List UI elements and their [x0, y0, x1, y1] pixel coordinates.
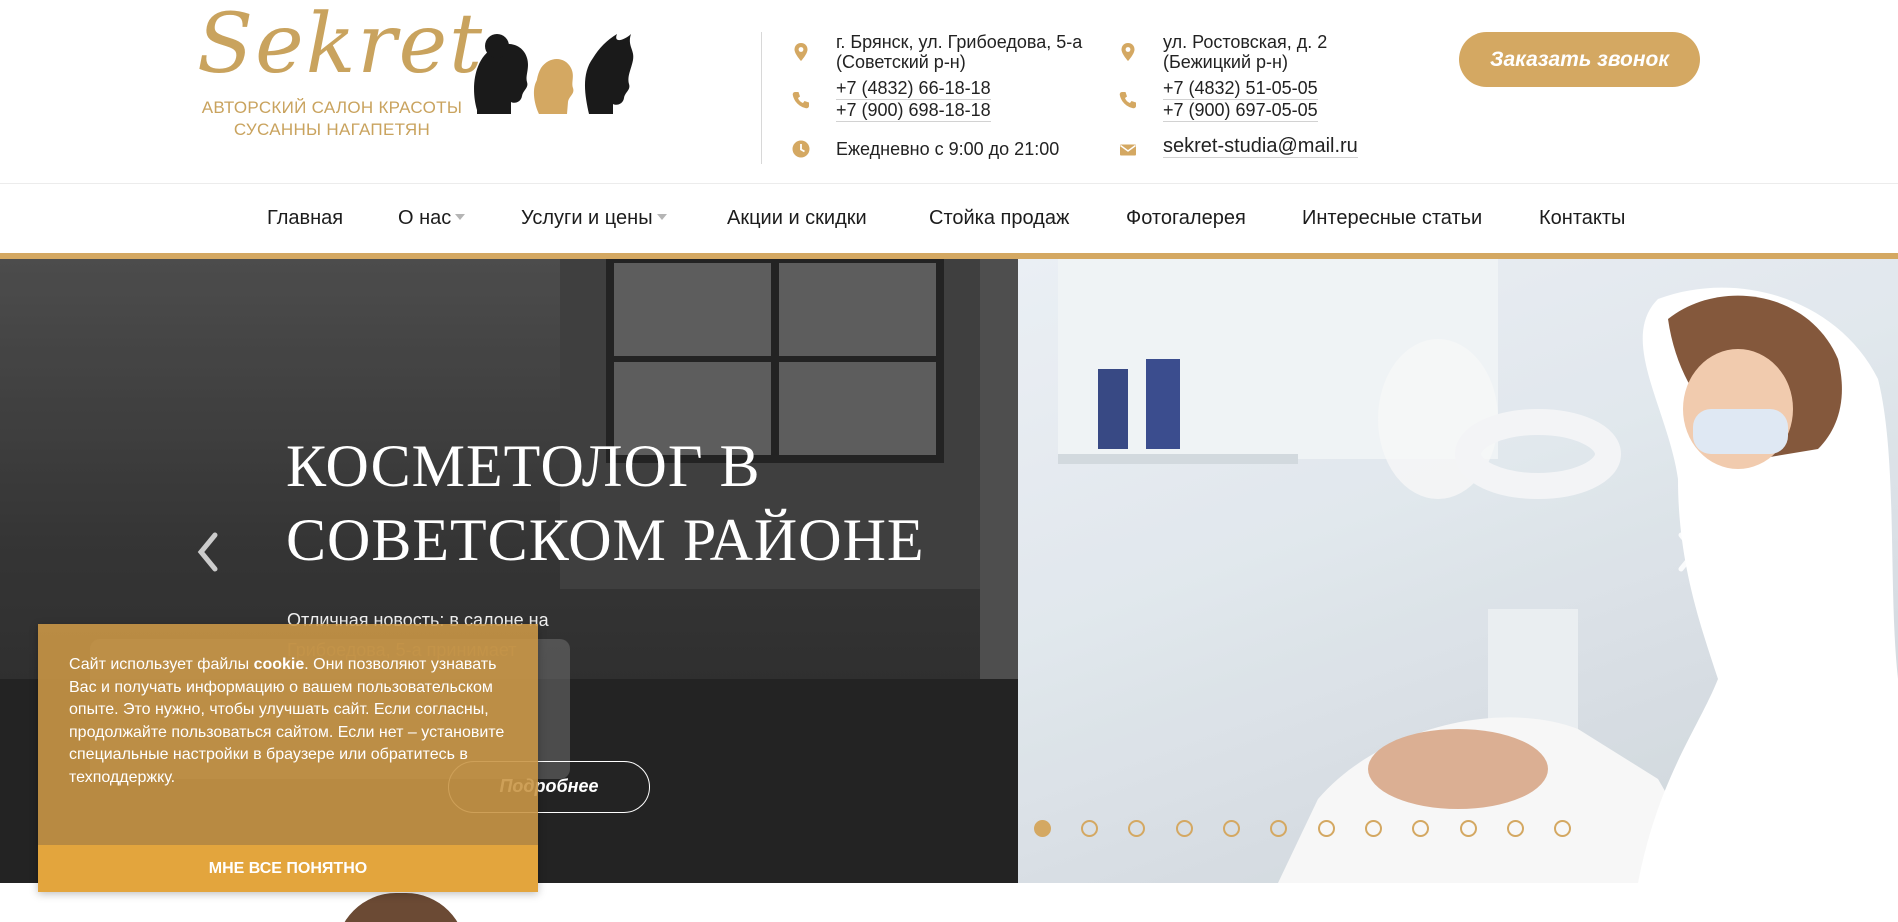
slider-dot[interactable]: [1223, 820, 1240, 837]
hero-title-line2: СОВЕТСКОМ РАЙОНЕ: [286, 507, 925, 573]
phone-icon: [1119, 92, 1136, 109]
address-line2: (Советский р-н): [836, 52, 966, 72]
location-pin-icon: [794, 43, 808, 61]
slider-dot[interactable]: [1412, 820, 1429, 837]
cookie-accept-button[interactable]: МНЕ ВСЕ ПОНЯТНО: [38, 845, 538, 892]
slider-dot[interactable]: [1460, 820, 1477, 837]
phone-link-1[interactable]: +7 (4832) 66-18-18: [836, 78, 991, 100]
nav-item-promotions[interactable]: Акции и скидки: [727, 207, 867, 230]
nav-item-sales-stand[interactable]: Стойка продаж: [929, 207, 1069, 230]
phone-link-3[interactable]: +7 (4832) 51-05-05: [1163, 78, 1318, 100]
cookie-bold-word: cookie: [253, 656, 305, 673]
slider-dot[interactable]: [1365, 820, 1382, 837]
address-bezhitsky: ул. Ростовская, д. 2 (Бежицкий р-н): [1117, 32, 1437, 76]
phone-link-4[interactable]: +7 (900) 697-05-05: [1163, 100, 1318, 122]
site-header: Sekret АВТОРСКИЙ САЛОН КРАСОТЫ СУСАННЫ Н…: [0, 0, 1898, 183]
chevron-down-icon: [455, 213, 466, 220]
slider-dot[interactable]: [1507, 820, 1524, 837]
hours-text: Ежедневно с 9:00 до 21:00: [836, 139, 1060, 159]
header-divider: [761, 32, 762, 164]
nav-item-articles[interactable]: Интересные статьи: [1302, 207, 1482, 230]
phones-sovetsky: +7 (4832) 66-18-18 +7 (900) 698-18-18: [790, 78, 1110, 124]
slider-dot[interactable]: [1081, 820, 1098, 837]
logo-subtitle-line2: СУСАННЫ НАГАПЕТЯН: [233, 120, 431, 139]
address-sovetsky: г. Брянск, ул. Грибоедова, 5-а (Советски…: [790, 32, 1110, 76]
email-contact: sekret-studia@mail.ru: [1117, 136, 1437, 164]
location-pin-icon: [1121, 43, 1135, 61]
phones-bezhitsky: +7 (4832) 51-05-05 +7 (900) 697-05-05: [1117, 78, 1437, 124]
logo-subtitle: АВТОРСКИЙ САЛОН КРАСОТЫ СУСАННЫ НАГАПЕТЯ…: [197, 97, 467, 141]
site-logo[interactable]: Sekret АВТОРСКИЙ САЛОН КРАСОТЫ СУСАННЫ Н…: [197, 4, 647, 144]
logo-silhouettes-icon: [474, 34, 634, 115]
chevron-right-icon[interactable]: [1673, 529, 1703, 575]
slider-dot[interactable]: [1128, 820, 1145, 837]
hero-cosmetologist-image: [1018, 259, 1898, 883]
slider-dot[interactable]: [1318, 820, 1335, 837]
address-line2: (Бежицкий р-н): [1163, 52, 1288, 72]
logo-script-text: Sekret: [197, 0, 485, 92]
cookie-text: Сайт использует файлы cookie. Они позвол…: [69, 656, 505, 786]
nav-item-gallery[interactable]: Фотогалерея: [1126, 207, 1246, 230]
nav-item-about[interactable]: О нас: [398, 207, 466, 230]
slider-dot[interactable]: [1034, 820, 1051, 837]
phone-icon: [792, 92, 809, 109]
cookie-banner: Сайт использует файлы cookie. Они позвол…: [38, 624, 538, 892]
address-line1: г. Брянск, ул. Грибоедова, 5-а: [836, 32, 1083, 52]
slider-dot[interactable]: [1270, 820, 1287, 837]
chevron-down-icon: [656, 213, 667, 220]
hero-title-line1: КОСМЕТОЛОГ В: [286, 433, 761, 499]
main-nav: Главная О нас Услуги и цены Акции и скид…: [0, 183, 1898, 253]
order-call-button[interactable]: Заказать звонок: [1459, 32, 1700, 87]
opening-hours: Ежедневно с 9:00 до 21:00: [790, 139, 1110, 163]
phone-link-2[interactable]: +7 (900) 698-18-18: [836, 100, 991, 122]
address-line1: ул. Ростовская, д. 2: [1163, 32, 1328, 52]
cosmetologist-illustration: [1018, 259, 1898, 883]
envelope-icon: [1120, 144, 1136, 156]
email-link[interactable]: sekret-studia@mail.ru: [1163, 136, 1358, 158]
clock-icon: [792, 140, 810, 158]
chevron-left-icon[interactable]: [193, 529, 223, 575]
nav-item-contacts[interactable]: Контакты: [1539, 207, 1625, 230]
nav-item-home[interactable]: Главная: [267, 207, 343, 230]
slider-dot[interactable]: [1176, 820, 1193, 837]
logo-subtitle-line1: АВТОРСКИЙ САЛОН КРАСОТЫ: [201, 98, 463, 117]
hero-title: КОСМЕТОЛОГ В СОВЕТСКОМ РАЙОНЕ: [286, 429, 986, 577]
nav-item-services[interactable]: Услуги и цены: [521, 207, 667, 230]
slider-dot[interactable]: [1554, 820, 1571, 837]
avatar: [336, 893, 466, 922]
